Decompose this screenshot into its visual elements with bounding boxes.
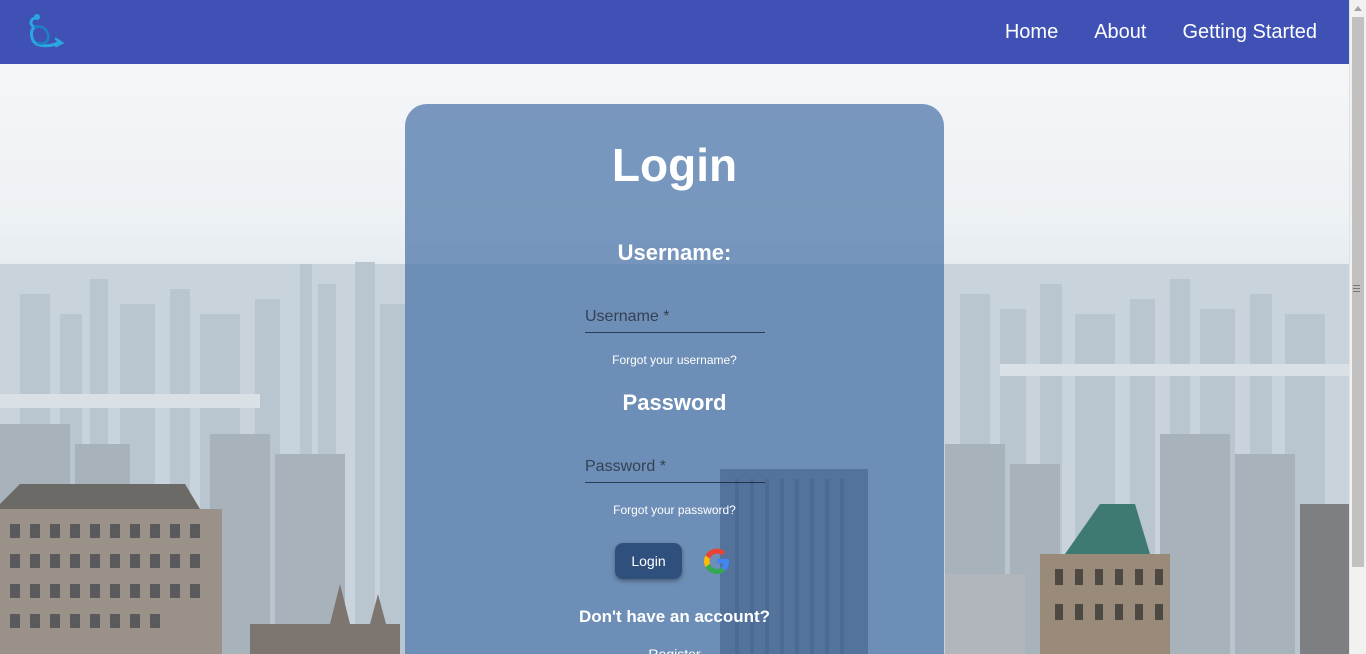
google-icon[interactable]: [700, 544, 734, 578]
nav-link-about[interactable]: About: [1076, 21, 1164, 44]
username-field-wrapper: [585, 302, 765, 333]
password-input[interactable]: [585, 452, 765, 482]
login-button[interactable]: Login: [615, 543, 682, 579]
login-card: Login Username: Forgot your username? Pa…: [405, 104, 944, 654]
page: Home About Getting Started Login Usernam…: [0, 0, 1366, 654]
no-account-text: Don't have an account?: [578, 607, 771, 626]
password-heading: Password: [622, 390, 727, 415]
nav-link-home[interactable]: Home: [987, 21, 1076, 44]
forgot-password-link[interactable]: Forgot your password?: [405, 503, 944, 517]
username-heading: Username:: [617, 240, 732, 265]
scrollbar-thumb[interactable]: [1352, 17, 1364, 567]
scrollbar-grip-icon: [1353, 285, 1360, 292]
top-navbar: Home About Getting Started: [0, 0, 1349, 64]
forgot-username-link[interactable]: Forgot your username?: [405, 353, 944, 367]
nav-link-getting-started[interactable]: Getting Started: [1164, 21, 1317, 44]
username-input[interactable]: [585, 302, 765, 332]
page-scrollbar[interactable]: [1349, 0, 1366, 654]
login-title: Login: [611, 139, 738, 191]
password-field-wrapper: [585, 452, 765, 483]
nav-links: Home About Getting Started: [987, 0, 1317, 64]
register-link[interactable]: Register: [405, 646, 944, 654]
app-logo-icon[interactable]: [26, 12, 66, 50]
scroll-up-arrow-icon[interactable]: [1350, 0, 1366, 17]
